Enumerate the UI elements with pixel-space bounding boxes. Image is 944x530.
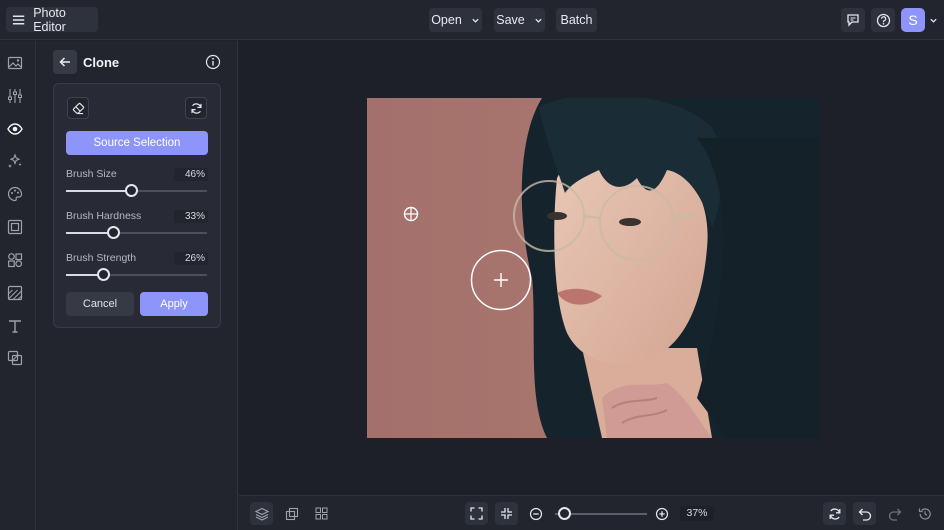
slider-fill [66, 232, 113, 234]
actual-size-button[interactable] [495, 502, 518, 525]
texture-icon[interactable] [7, 285, 23, 301]
brush-hardness-slider[interactable] [66, 226, 207, 239]
clone-settings-card: Source Selection Brush Size 46% Brush Ha… [53, 83, 221, 328]
chevron-down-icon[interactable] [929, 16, 938, 25]
comment-icon [847, 14, 859, 27]
source-selection-button[interactable]: Source Selection [66, 131, 208, 155]
image-icon[interactable] [7, 55, 23, 71]
help-icon [876, 13, 890, 27]
app-menu-button[interactable]: Photo Editor [6, 5, 98, 34]
hamburger-menu-icon [12, 15, 25, 24]
chevron-down-icon [535, 18, 542, 23]
help-button[interactable] [871, 8, 895, 32]
graphics-icon[interactable] [7, 252, 23, 268]
top-bar: Photo Editor Open Save Batch S [0, 0, 944, 40]
slider-fill [66, 190, 131, 192]
clone-panel: Clone Source Selection Brush Size 46% Br… [37, 41, 238, 530]
batch-label: Batch [560, 13, 593, 27]
layers-button[interactable] [250, 502, 273, 525]
tool-rail [0, 41, 36, 530]
brush-strength-slider[interactable] [66, 268, 207, 281]
feedback-button[interactable] [841, 8, 865, 32]
brush-cursor-icon [470, 249, 532, 311]
layers-icon [254, 507, 269, 521]
zoom-value[interactable]: 37% [680, 506, 714, 521]
eraser-button[interactable] [67, 97, 89, 119]
zoom-in-icon[interactable] [655, 507, 669, 521]
slider-thumb[interactable] [106, 226, 120, 239]
adjust-icon[interactable] [7, 88, 23, 104]
user-avatar[interactable]: S [901, 8, 925, 32]
undo-icon [858, 508, 871, 521]
frame-icon[interactable] [7, 219, 23, 235]
open-button[interactable]: Open [429, 8, 482, 32]
zoom-slider-thumb[interactable] [557, 507, 571, 520]
refresh-icon [829, 507, 840, 520]
undo-button[interactable] [853, 502, 876, 525]
brush-strength-label: Brush Strength [66, 252, 137, 264]
effects-icon[interactable] [7, 153, 23, 169]
compare-icon [285, 507, 298, 520]
history-icon [918, 507, 931, 520]
compare-button[interactable] [280, 502, 303, 525]
brush-hardness-label: Brush Hardness [66, 210, 142, 222]
collapse-icon [501, 508, 512, 519]
arrow-left-icon [59, 57, 70, 67]
back-button[interactable] [53, 50, 77, 74]
open-label: Open [431, 13, 462, 27]
slider-thumb[interactable] [96, 268, 110, 281]
save-label: Save [496, 13, 525, 27]
redo-icon [888, 508, 901, 521]
cancel-button[interactable]: Cancel [66, 292, 134, 316]
refresh-icon [190, 102, 202, 114]
brush-size-label: Brush Size [66, 168, 117, 180]
canvas-area [239, 41, 944, 495]
reset-button[interactable] [185, 97, 207, 119]
fit-to-screen-button[interactable] [465, 502, 488, 525]
save-button[interactable]: Save [494, 8, 545, 32]
apply-button[interactable]: Apply [140, 292, 208, 316]
zoom-out-icon[interactable] [529, 507, 543, 521]
info-icon[interactable] [205, 54, 221, 70]
brush-strength-value[interactable]: 26% [174, 252, 208, 265]
brush-size-value[interactable]: 46% [174, 168, 208, 181]
history-button[interactable] [913, 502, 936, 525]
redo-button[interactable] [883, 502, 906, 525]
eraser-icon [72, 102, 84, 114]
eye-icon[interactable] [7, 121, 23, 137]
slider-thumb[interactable] [124, 184, 138, 197]
portrait-photo [367, 98, 820, 438]
expand-icon [470, 507, 483, 520]
batch-button[interactable]: Batch [556, 8, 597, 32]
grid-view-button[interactable] [310, 502, 333, 525]
bottom-bar: 37% [239, 495, 944, 530]
text-icon[interactable] [7, 318, 23, 334]
brush-hardness-value[interactable]: 33% [174, 210, 208, 223]
chevron-down-icon [472, 18, 479, 23]
brush-size-slider[interactable] [66, 184, 207, 197]
overlay-icon[interactable] [7, 350, 23, 366]
rotate-button[interactable] [823, 502, 846, 525]
photo-canvas[interactable] [367, 98, 820, 438]
palette-icon[interactable] [7, 186, 23, 202]
panel-title: Clone [83, 55, 120, 70]
clone-source-crosshair-icon [403, 206, 419, 222]
app-title: Photo Editor [33, 5, 66, 34]
grid-icon [315, 507, 328, 520]
